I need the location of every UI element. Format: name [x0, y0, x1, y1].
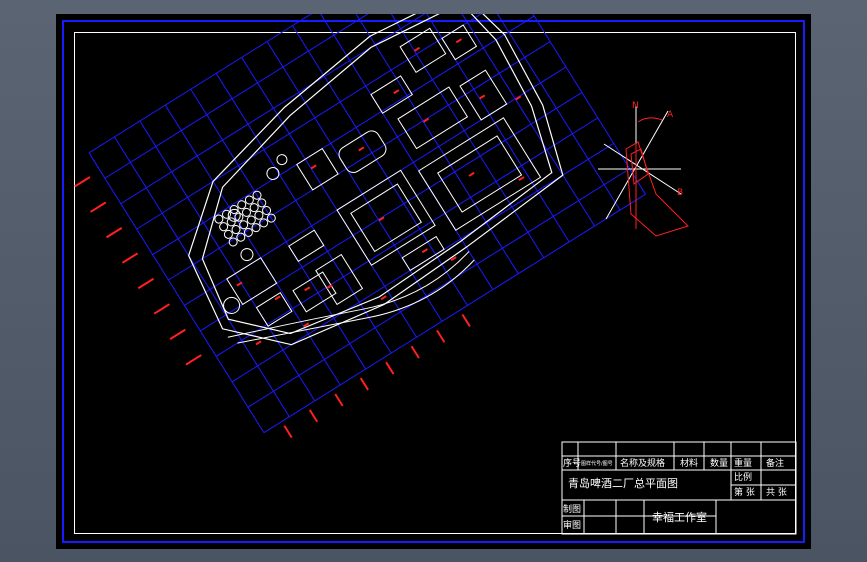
tank-cluster [214, 190, 276, 247]
grid-line [114, 136, 290, 418]
grid-label-mark [436, 329, 446, 343]
tb-seq-no: 序号 [563, 457, 581, 469]
annotation-mark [479, 94, 486, 100]
drawing-title: 青岛啤酒二厂总平面图 [568, 476, 678, 490]
grid-label-mark [334, 393, 344, 407]
grid-line [266, 41, 443, 322]
annotation-mark [413, 46, 421, 52]
tb-code: 图样代号/图号 [581, 460, 613, 467]
grid-line [88, 152, 265, 433]
tb-sheet: 第 张 [734, 486, 755, 498]
grid-label-mark [105, 227, 123, 239]
label-b: B [677, 188, 683, 198]
annotation-mark [358, 146, 365, 152]
tb-scale: 比例 [734, 471, 752, 483]
grid-line [241, 57, 417, 338]
annotation-mark [421, 248, 428, 254]
annotation-mark [304, 286, 311, 292]
grid-line [419, 14, 596, 227]
grid-label-mark [185, 354, 202, 366]
tb-quantity: 数量 [710, 457, 728, 469]
grid-label-mark [359, 377, 369, 391]
grid-line [393, 14, 570, 243]
tb-total: 共 张 [766, 487, 787, 498]
annotation-mark [468, 171, 475, 177]
grid-line [263, 193, 646, 434]
site-plan [74, 14, 646, 439]
tb-checked-by: 审图 [563, 519, 581, 531]
tb-drawn-by: 制图 [563, 503, 581, 515]
studio-name: 幸福工作室 [652, 510, 707, 524]
grid-label-mark [461, 313, 471, 327]
grid-label-mark [283, 425, 293, 439]
grid-line [190, 88, 367, 370]
grid-line [215, 117, 599, 357]
grid-label-mark [121, 252, 139, 264]
grid-line [342, 14, 519, 274]
grid-line [152, 15, 535, 255]
drawing-canvas: N A B 序号 图样代号/图号 名称及规格 材料 数量 重量 备注 比例 青岛… [74, 14, 797, 535]
tb-remark: 备注 [766, 457, 784, 469]
grid-label-mark [410, 345, 420, 359]
grid-label-mark [90, 201, 107, 213]
grid-label-mark [169, 328, 186, 341]
grid-line [139, 120, 316, 402]
coordinate-grid [88, 14, 646, 434]
annotation-mark [310, 164, 317, 170]
tb-material: 材料 [680, 457, 698, 469]
north-label: N [632, 101, 639, 111]
tb-name-spec: 名称及规格 [620, 457, 665, 469]
grid-line [247, 168, 630, 408]
grid-line [292, 25, 468, 306]
grid-line [104, 14, 487, 179]
grid-line [120, 14, 503, 205]
grid-label-mark [385, 361, 395, 375]
grid-label-mark [308, 409, 319, 423]
grid-line [168, 41, 551, 281]
site-boundary [187, 14, 564, 346]
label-a: A [667, 110, 674, 120]
grid-label-mark [153, 303, 170, 315]
cad-viewport[interactable]: N A B 序号 图样代号/图号 名称及规格 材料 数量 重量 备注 比例 青岛… [56, 14, 811, 549]
tb-weight: 重量 [734, 457, 752, 469]
grid-line [136, 14, 519, 230]
annotation-mark [255, 340, 262, 346]
annotation-mark [393, 89, 400, 95]
grid-label-mark [137, 277, 155, 290]
title-block-text: 序号 图样代号/图号 名称及规格 材料 数量 重量 备注 比例 青岛啤酒二厂总平… [563, 457, 787, 531]
grid-label-mark [74, 176, 91, 188]
annotation-mark [455, 38, 462, 44]
